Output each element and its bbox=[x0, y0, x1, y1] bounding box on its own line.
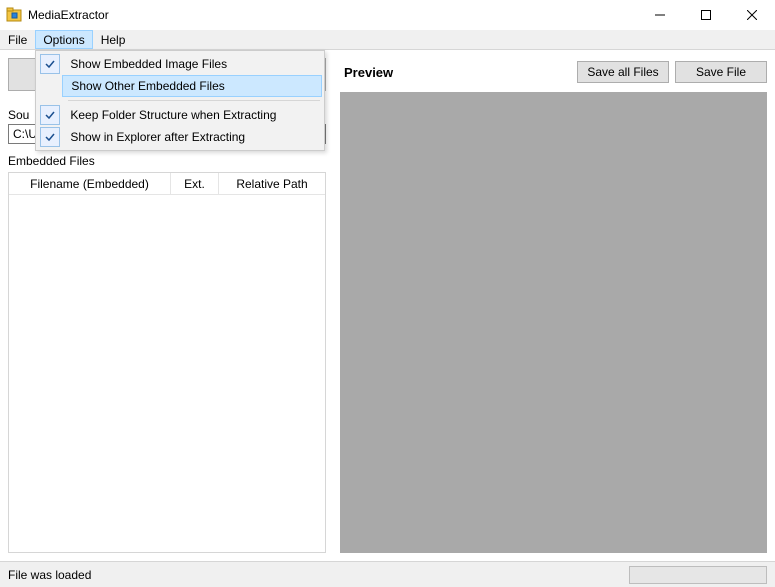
column-label: Filename (Embedded) bbox=[30, 177, 149, 191]
menu-item-keep-folder[interactable]: Keep Folder Structure when Extracting bbox=[38, 104, 322, 126]
maximize-button[interactable] bbox=[683, 0, 729, 29]
embedded-files-table[interactable]: Filename (Embedded) Ext. Relative Path bbox=[8, 172, 326, 553]
window-title: MediaExtractor bbox=[28, 8, 637, 22]
check-icon bbox=[38, 127, 62, 147]
column-label: Relative Path bbox=[236, 177, 307, 191]
preview-header: Preview Save all Files Save File bbox=[340, 58, 767, 86]
menu-file-label: File bbox=[8, 33, 27, 47]
column-label: Ext. bbox=[184, 177, 205, 191]
menu-item-show-other[interactable]: Show Other Embedded Files bbox=[38, 75, 322, 97]
menu-item-show-explorer[interactable]: Show in Explorer after Extracting bbox=[38, 126, 322, 148]
menu-file[interactable]: File bbox=[0, 30, 35, 49]
minimize-button[interactable] bbox=[637, 0, 683, 29]
menu-bar: File Options Show Embedded Image Files S… bbox=[0, 30, 775, 50]
menu-item-label: Show in Explorer after Extracting bbox=[62, 126, 322, 148]
status-text: File was loaded bbox=[8, 568, 629, 582]
right-pane: Preview Save all Files Save File bbox=[336, 50, 775, 561]
menu-item-label: Show Other Embedded Files bbox=[62, 75, 322, 97]
save-file-button[interactable]: Save File bbox=[675, 61, 767, 83]
window-controls bbox=[637, 0, 775, 29]
menu-options-label: Options bbox=[43, 33, 84, 47]
column-relpath[interactable]: Relative Path bbox=[219, 173, 325, 194]
status-bar: File was loaded bbox=[0, 561, 775, 587]
menu-help[interactable]: Help bbox=[93, 30, 134, 49]
title-bar: MediaExtractor bbox=[0, 0, 775, 30]
preview-area bbox=[340, 92, 767, 553]
check-icon bbox=[38, 54, 62, 74]
check-icon bbox=[38, 105, 62, 125]
embedded-files-label: Embedded Files bbox=[8, 154, 95, 168]
source-label: Sou bbox=[8, 108, 29, 122]
column-ext[interactable]: Ext. bbox=[171, 173, 219, 194]
save-all-button[interactable]: Save all Files bbox=[577, 61, 669, 83]
menu-item-label: Show Embedded Image Files bbox=[62, 53, 322, 75]
app-icon bbox=[6, 7, 22, 23]
status-progress-box bbox=[629, 566, 767, 584]
menu-separator bbox=[68, 100, 320, 101]
menu-item-show-images[interactable]: Show Embedded Image Files bbox=[38, 53, 322, 75]
preview-title: Preview bbox=[340, 65, 571, 80]
menu-item-label: Keep Folder Structure when Extracting bbox=[62, 104, 322, 126]
menu-help-label: Help bbox=[101, 33, 126, 47]
table-header: Filename (Embedded) Ext. Relative Path bbox=[9, 173, 325, 195]
menu-options[interactable]: Options Show Embedded Image Files Show O… bbox=[35, 30, 92, 49]
close-button[interactable] bbox=[729, 0, 775, 29]
options-dropdown: Show Embedded Image Files Show Other Emb… bbox=[35, 50, 325, 151]
column-filename[interactable]: Filename (Embedded) bbox=[9, 173, 171, 194]
